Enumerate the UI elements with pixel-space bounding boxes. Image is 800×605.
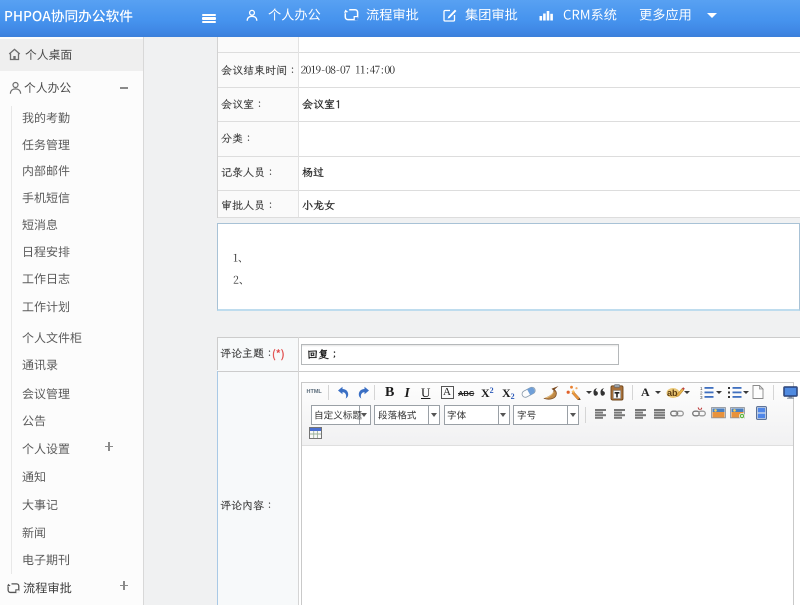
- svg-text:3: 3: [700, 395, 703, 399]
